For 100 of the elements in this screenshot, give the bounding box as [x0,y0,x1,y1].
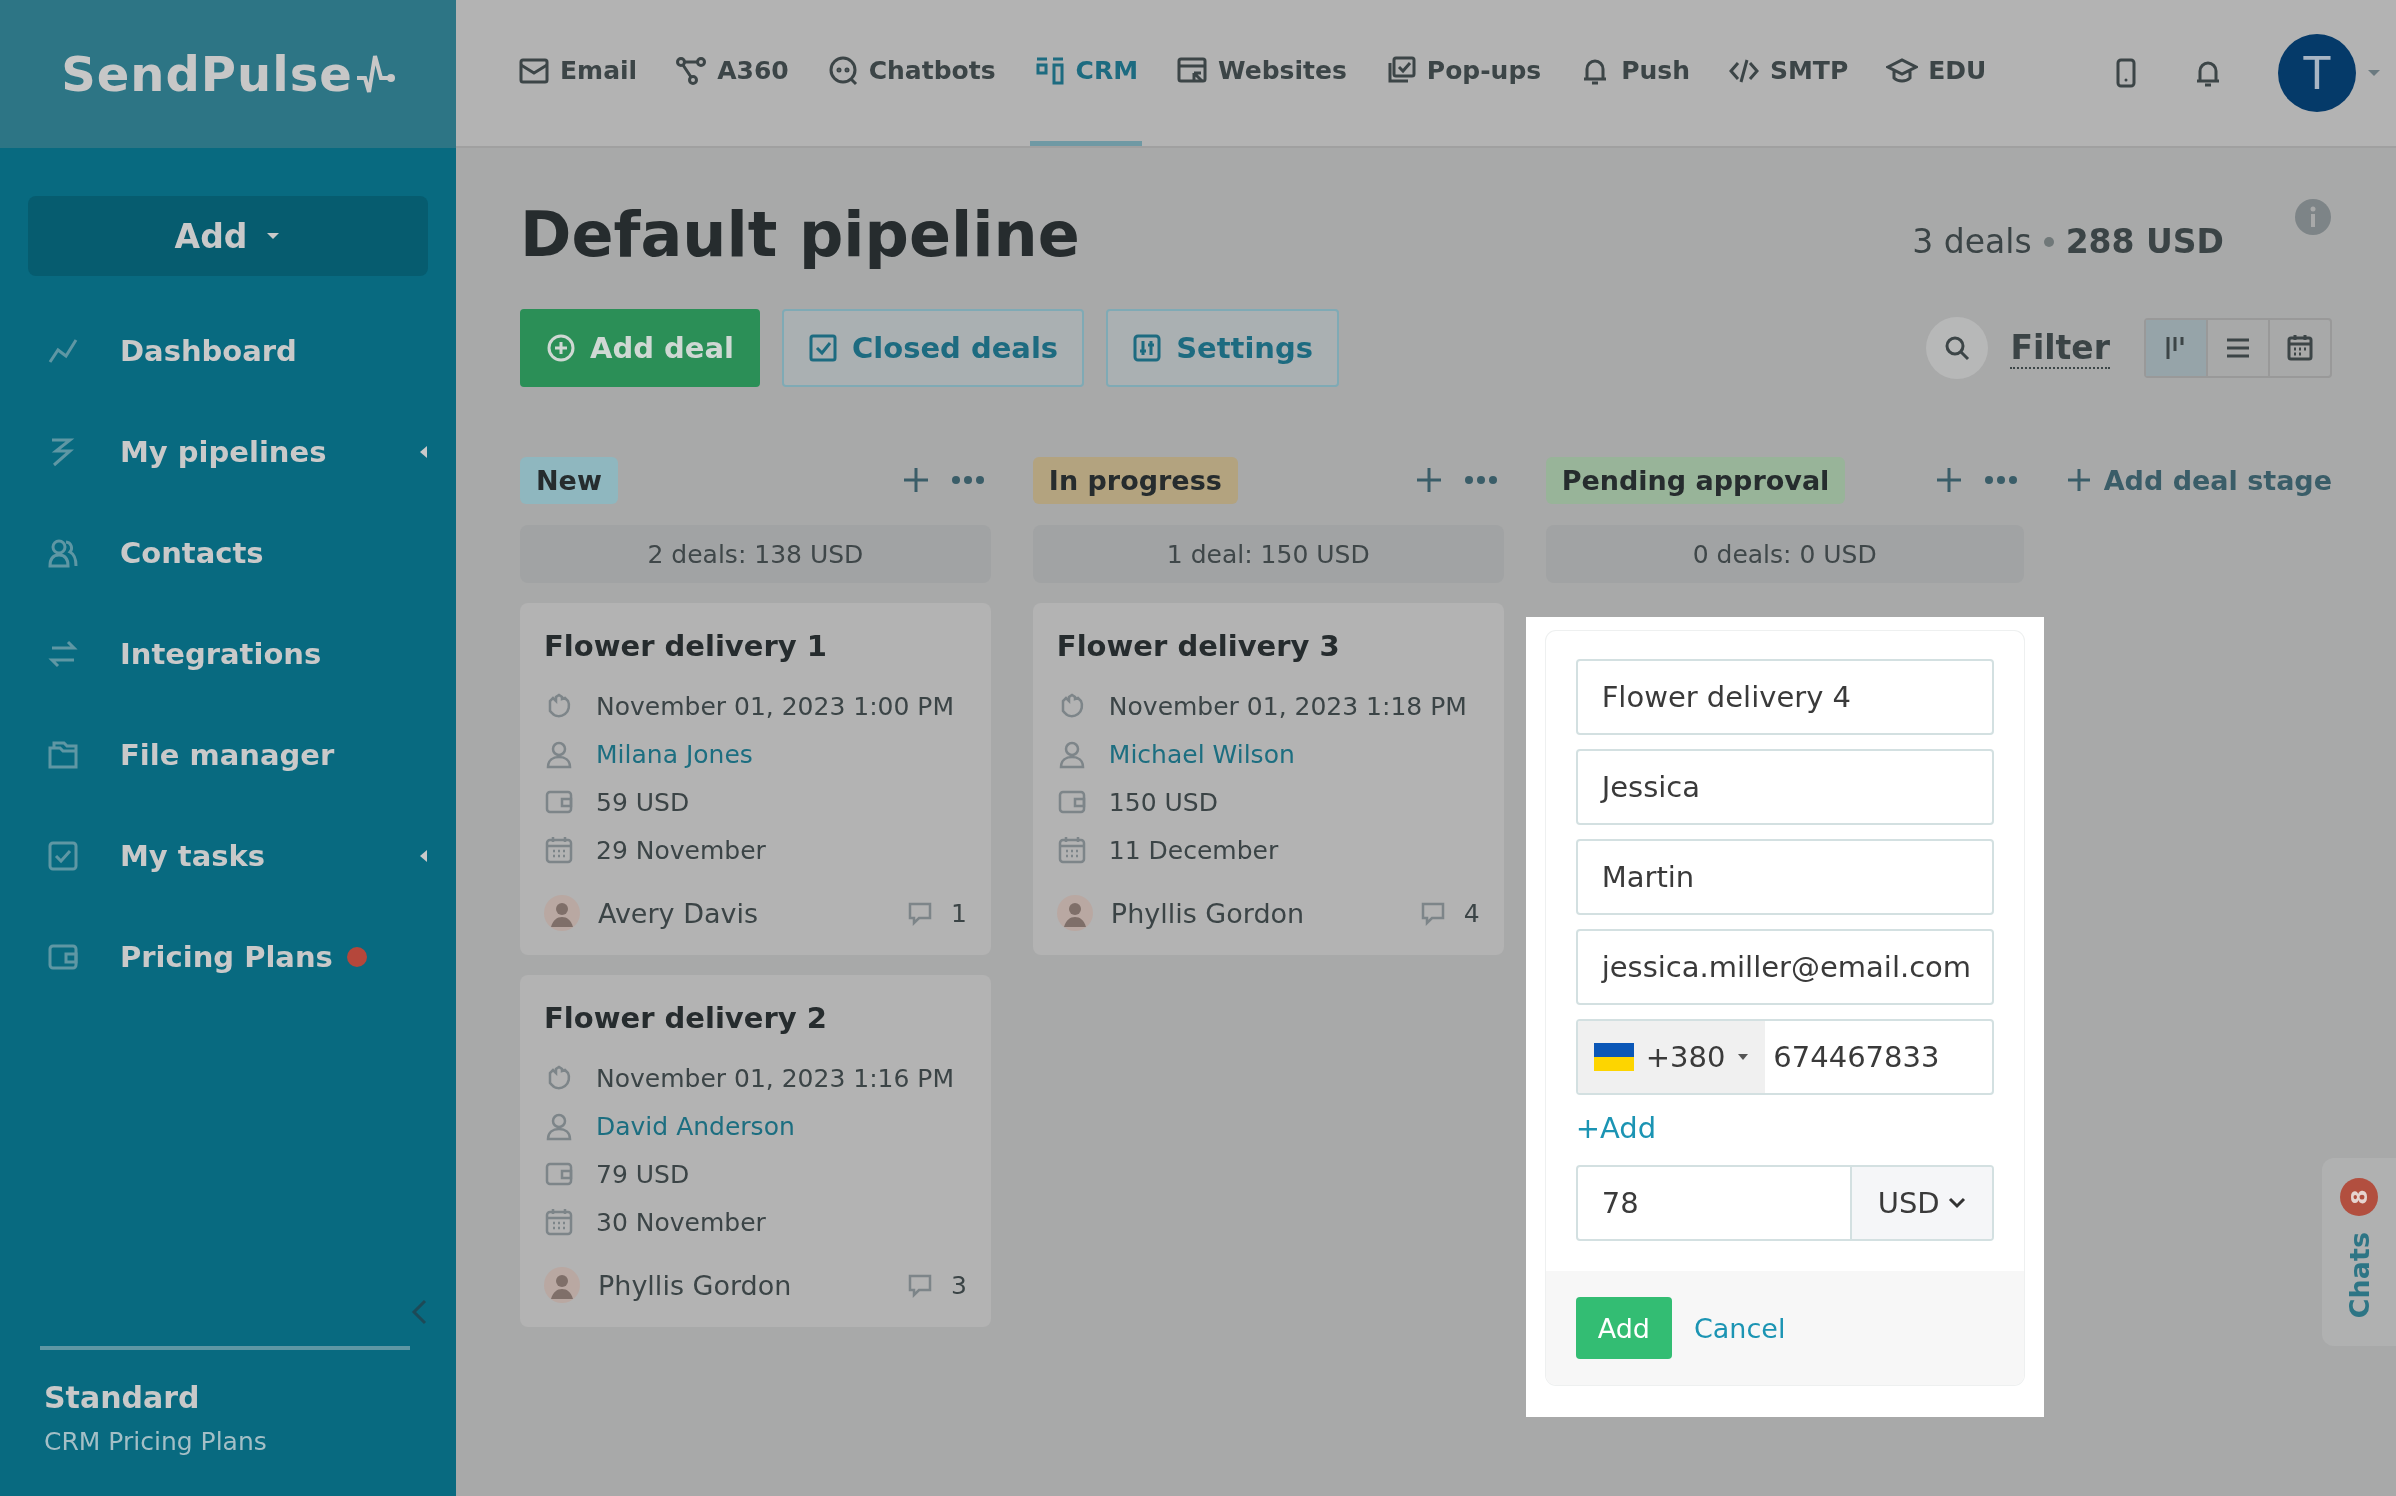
comment-icon[interactable] [1419,900,1446,926]
avatar-icon [544,895,580,931]
more-icon[interactable] [950,475,985,485]
sidebar-item[interactable]: Dashboard [120,333,297,368]
caret-icon[interactable] [2366,68,2382,78]
last-name-field[interactable]: Martin [1575,839,1994,915]
amount-field[interactable]: 78 [1577,1186,1850,1220]
calendar-icon [544,1207,574,1237]
comment-icon[interactable] [906,900,933,926]
calendar-icon [1056,835,1087,865]
deal-owner: Avery Davis [598,897,759,929]
chats-tab[interactable]: 8 Chats [2322,1158,2396,1346]
currency-select[interactable]: USD [1849,1167,1992,1239]
separator-dot [2043,236,2054,247]
plus-circle-icon [546,333,576,363]
comment-icon[interactable] [906,1272,933,1298]
deal-title: Flower delivery 1 [544,629,828,663]
caret-icon [265,231,282,241]
calendar-icon [2285,333,2315,363]
add-button[interactable]: Add [1575,1297,1672,1359]
filter-link[interactable]: Filter [2010,327,2110,369]
sliders-icon [1132,333,1163,363]
nav-tab[interactable]: CRM [1029,0,1143,146]
plan-name: Standard [43,1380,201,1415]
stage-tag[interactable]: In progress [1032,456,1238,504]
contact-link[interactable]: Michael Wilson [1108,739,1295,769]
more-icon[interactable] [1983,475,2018,485]
deal-amount: 150 USD [1108,787,1218,817]
unread-badge: 8 [2340,1178,2378,1216]
chevron-down-icon [1947,1197,1966,1209]
expand-caret-icon[interactable] [418,443,428,460]
more-icon[interactable] [1463,475,1498,485]
deal-title: Flower delivery 2 [544,1001,828,1035]
stage-summary: 0 deals: 0 USD [1545,525,2024,583]
deal-title: Flower delivery 3 [1056,629,1341,663]
deal-due-date: 30 November [596,1207,766,1237]
deal-amount: 59 USD [596,787,690,817]
nav-tab[interactable]: Push [1575,0,1694,146]
nav-tab[interactable]: Pop-ups [1380,0,1546,146]
deal-amount: 79 USD [596,1159,690,1189]
stage-tag[interactable]: New [520,456,618,504]
calendar-icon [544,835,574,865]
deal-name-field[interactable]: Flower delivery 4 [1575,659,1994,735]
stage-summary: 1 deal: 150 USD [1032,525,1504,583]
add-button[interactable]: Add [28,196,428,276]
sidebar-item[interactable]: My tasks [120,838,266,873]
deal-owner: Phyllis Gordon [598,1269,792,1301]
nav-tab[interactable]: Websites [1172,0,1351,146]
sidebar-item[interactable]: Pricing Plans [120,939,333,974]
add-deal-stage-button[interactable]: Add deal stage [2065,455,2332,505]
plus-icon [2065,467,2092,493]
plan-link[interactable]: CRM Pricing Plans [28,1427,428,1456]
checkbox-icon [808,333,838,363]
contact-link[interactable]: David Anderson [596,1111,795,1141]
deal-card[interactable]: Flower delivery 1 November 01, 2023 1:00 PM Milana Jones 59 USD 29 November Avery Davis 1 [520,603,991,955]
cancel-link[interactable]: Cancel [1693,1312,1786,1344]
nav-tab[interactable]: A360 [671,0,793,146]
avatar-icon [1056,895,1093,931]
deal-card[interactable]: Flower delivery 2 November 01, 2023 1:16 PM David Anderson 79 USD 30 November Phyllis Gordon 3 [520,975,991,1327]
user-avatar[interactable]: T [2278,34,2356,112]
person-icon [544,1111,574,1141]
person-icon [544,739,574,769]
deal-owner: Phyllis Gordon [1110,897,1305,929]
info-icon[interactable] [2294,198,2332,236]
deal-created: November 01, 2023 1:18 PM [1108,691,1467,721]
comment-count: 1 [950,898,967,928]
contact-link[interactable]: Milana Jones [596,739,753,769]
deal-created: November 01, 2023 1:00 PM [596,691,954,721]
nav-tab[interactable]: Chatbots [822,0,1000,146]
email-field[interactable]: jessica.miller@email.com [1575,929,1994,1005]
sidebar-item[interactable]: Contacts [120,535,264,570]
deal-card[interactable]: Flower delivery 3 November 01, 2023 1:18 PM Michael Wilson 150 USD 11 December Phyllis Gordon 4 [1032,603,1504,955]
phone-icon[interactable] [2114,57,2138,89]
nav-tab[interactable]: SMTP [1724,0,1853,146]
stage-tag[interactable]: Pending approval [1545,456,1846,504]
sidebar-item[interactable]: File manager [120,737,335,772]
board-view-button[interactable] [2146,320,2206,376]
nodes-icon [675,54,708,87]
add-phone-link[interactable]: +Add [1575,1109,1994,1151]
first-name-field[interactable]: Jessica [1575,749,1994,825]
pulse-logo-icon [354,52,395,96]
page-title: Default pipeline [520,198,1080,271]
add-deal-button[interactable]: Add deal [520,309,760,387]
expand-caret-icon[interactable] [418,847,428,864]
deals-total: 288 USD [2065,222,2224,261]
closed-deals-button[interactable]: Closed deals [782,309,1085,387]
avatar-icon [544,1267,580,1303]
deal-due-date: 11 December [1108,835,1279,865]
collapse-chevron-icon[interactable] [410,1298,428,1326]
nav-tab[interactable]: Email [514,0,642,146]
deal-due-date: 29 November [596,835,766,865]
comment-count: 3 [950,1270,967,1300]
nav-tab[interactable]: EDU [1882,0,1991,146]
sidebar-item[interactable]: My pipelines [120,434,327,469]
stage-summary: 2 deals: 138 USD [520,525,991,583]
deal-created: November 01, 2023 1:16 PM [596,1063,954,1093]
deals-count: 3 deals [1912,222,2032,261]
sidebar-item[interactable]: Integrations [120,636,322,671]
comment-count: 4 [1463,898,1480,928]
settings-button[interactable]: Settings [1106,309,1340,387]
